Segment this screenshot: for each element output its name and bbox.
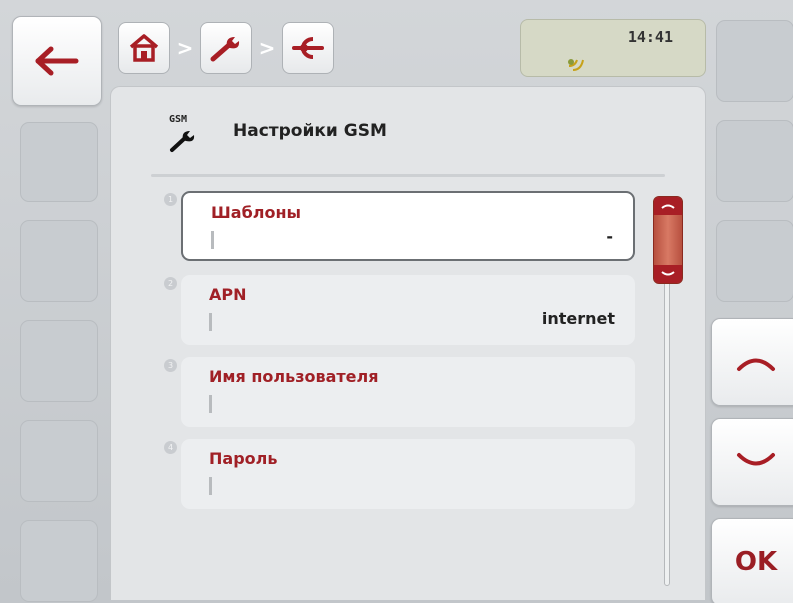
row-card: APN internet xyxy=(181,275,635,345)
breadcrumb: > > xyxy=(118,21,334,75)
row-value: internet xyxy=(541,309,615,328)
scroll-down-button[interactable] xyxy=(711,418,793,506)
breadcrumb-home[interactable] xyxy=(118,22,170,74)
scroll-thumb-bottom xyxy=(654,265,682,283)
row-index: 2 xyxy=(164,277,177,290)
gps-signal-icon xyxy=(568,59,584,71)
breadcrumb-separator: > xyxy=(258,36,276,60)
chevron-up-icon xyxy=(661,204,675,209)
row-marker xyxy=(211,231,214,249)
scrollbar-track[interactable] xyxy=(664,276,670,586)
left-softkey-3[interactable] xyxy=(20,220,98,302)
scroll-up-button[interactable] xyxy=(711,318,793,406)
main-panel: GSM Настройки GSM 1 Шаблоны - 2 APN inte… xyxy=(110,86,706,600)
chevron-up-icon xyxy=(737,358,775,371)
chevron-down-icon xyxy=(737,453,775,466)
plug-icon xyxy=(292,37,324,59)
title-divider xyxy=(151,174,665,177)
row-card: Имя пользователя xyxy=(181,357,635,427)
row-value: - xyxy=(606,227,613,246)
row-card: Шаблоны - xyxy=(181,191,635,261)
ok-button[interactable]: OK xyxy=(711,518,793,603)
row-marker xyxy=(209,395,212,413)
ok-button-label: OK xyxy=(734,547,778,577)
left-softkey-6[interactable] xyxy=(20,520,98,602)
left-softkey-5[interactable] xyxy=(20,420,98,502)
row-marker xyxy=(209,313,212,331)
row-index: 1 xyxy=(164,193,177,206)
row-label: APN xyxy=(209,285,247,304)
right-softkey-2[interactable] xyxy=(716,120,793,202)
back-button[interactable] xyxy=(12,16,102,106)
wrench-icon xyxy=(170,131,195,152)
row-label: Имя пользователя xyxy=(209,367,379,386)
scroll-thumb-top xyxy=(654,197,682,215)
row-card: Пароль xyxy=(181,439,635,509)
page-title: Настройки GSM xyxy=(233,121,387,141)
breadcrumb-connection[interactable] xyxy=(282,22,334,74)
list-item-apn[interactable]: 2 APN internet xyxy=(164,275,635,345)
row-index: 4 xyxy=(164,441,177,454)
gsm-settings-icon: GSM xyxy=(169,107,209,163)
home-icon xyxy=(129,34,159,62)
chevron-down-icon xyxy=(661,271,675,276)
back-arrow-icon xyxy=(35,46,79,76)
row-label: Пароль xyxy=(209,449,278,468)
left-softkey-4[interactable] xyxy=(20,320,98,402)
row-label: Шаблоны xyxy=(211,203,301,222)
left-softkey-2[interactable] xyxy=(20,122,98,202)
row-index: 3 xyxy=(164,359,177,372)
right-softkey-1[interactable] xyxy=(716,20,793,102)
breadcrumb-separator: > xyxy=(176,36,194,60)
list-item-username[interactable]: 3 Имя пользователя xyxy=(164,357,635,427)
clock-time: 14:41 xyxy=(627,28,673,46)
breadcrumb-settings[interactable] xyxy=(200,22,252,74)
gsm-icon-caption: GSM xyxy=(169,114,188,125)
right-softkey-3[interactable] xyxy=(716,220,793,302)
status-display: 14:41 xyxy=(520,19,706,77)
list-item-templates[interactable]: 1 Шаблоны - xyxy=(164,191,635,261)
row-marker xyxy=(209,477,212,495)
scrollbar-thumb[interactable] xyxy=(653,196,683,284)
wrench-icon xyxy=(210,37,240,62)
list-item-password[interactable]: 4 Пароль xyxy=(164,439,635,509)
